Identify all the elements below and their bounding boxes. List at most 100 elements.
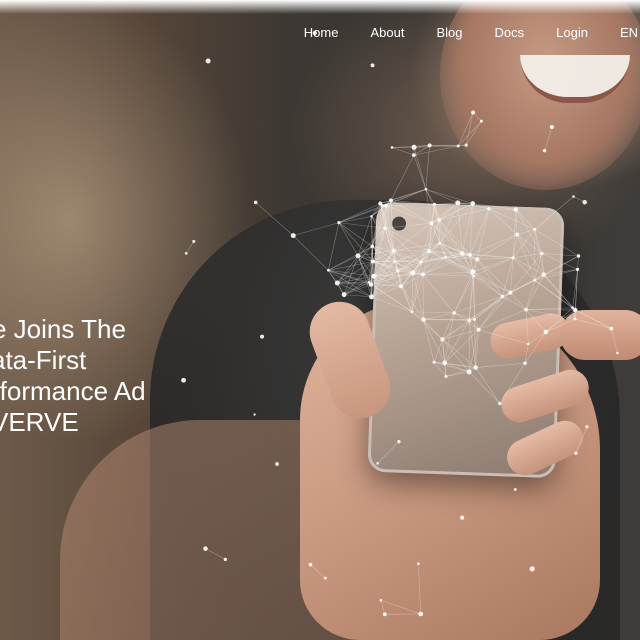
network-node xyxy=(369,294,374,300)
network-node xyxy=(323,576,327,580)
network-line xyxy=(473,275,511,293)
language-selector[interactable]: EN xyxy=(620,25,638,40)
network-node xyxy=(253,200,258,205)
network-node xyxy=(290,233,296,239)
network-node xyxy=(419,260,423,264)
network-line xyxy=(512,257,544,275)
network-node xyxy=(541,272,546,277)
network-node xyxy=(370,259,375,264)
network-line xyxy=(357,216,372,256)
network-line xyxy=(413,155,427,190)
network-line xyxy=(444,320,470,364)
network-node xyxy=(542,148,547,153)
network-line xyxy=(310,564,326,579)
network-node xyxy=(355,253,361,259)
network-node xyxy=(523,361,527,366)
network-line xyxy=(534,280,576,311)
network-node xyxy=(418,611,424,617)
network-node xyxy=(308,562,313,567)
network-node xyxy=(184,252,188,255)
network-line xyxy=(543,274,576,311)
network-node xyxy=(533,227,537,231)
network-node xyxy=(411,144,417,150)
network-node xyxy=(455,200,461,206)
network-node xyxy=(572,195,575,198)
network-line xyxy=(393,242,441,251)
network-line xyxy=(488,208,535,230)
network-line xyxy=(476,208,490,260)
network-line xyxy=(422,271,473,275)
network-line xyxy=(255,202,294,236)
network-line xyxy=(512,253,542,259)
network-node xyxy=(515,232,520,237)
network-line xyxy=(577,255,579,270)
network-node xyxy=(464,143,468,147)
network-node xyxy=(576,254,581,258)
network-node xyxy=(466,369,472,375)
network-line xyxy=(371,296,412,313)
network-node xyxy=(371,273,377,279)
network-node xyxy=(549,124,554,130)
network-line xyxy=(431,204,435,224)
network-node xyxy=(410,310,414,314)
nav-home-link[interactable]: Home xyxy=(304,25,339,40)
network-node xyxy=(585,425,589,429)
network-node xyxy=(396,269,400,273)
network-node xyxy=(389,198,393,203)
network-line xyxy=(384,222,432,229)
network-node xyxy=(410,270,416,276)
network-node xyxy=(529,566,535,572)
network-line xyxy=(328,222,340,271)
network-line xyxy=(293,235,329,271)
nav-docs-link[interactable]: Docs xyxy=(495,25,525,40)
network-line xyxy=(473,257,514,277)
network-node xyxy=(511,256,515,260)
network-node xyxy=(432,202,437,207)
network-node xyxy=(573,307,578,313)
network-line xyxy=(423,319,443,340)
nav-login-link[interactable]: Login xyxy=(556,25,588,40)
network-node xyxy=(513,488,517,491)
nav-about-link[interactable]: About xyxy=(370,25,404,40)
network-node xyxy=(508,290,513,295)
network-line xyxy=(422,274,455,314)
network-line xyxy=(384,227,430,252)
network-node xyxy=(540,251,544,256)
network-node xyxy=(334,280,340,286)
network-line xyxy=(418,563,422,614)
network-line xyxy=(534,255,579,281)
network-node xyxy=(574,451,578,455)
network-line xyxy=(525,309,529,344)
hero-headline: e Joins The ata-First rformance Ad VERVE xyxy=(0,314,230,438)
network-node xyxy=(417,562,420,565)
network-node xyxy=(326,268,330,272)
network-line xyxy=(472,271,511,293)
network-node xyxy=(421,272,425,277)
network-node xyxy=(479,119,483,123)
network-node xyxy=(475,257,480,262)
hero-headline-line: rformance Ad xyxy=(0,376,146,406)
network-line xyxy=(439,202,459,221)
network-node xyxy=(527,342,530,346)
network-line xyxy=(185,241,195,254)
network-node xyxy=(379,598,383,602)
network-node xyxy=(383,226,387,230)
network-line xyxy=(476,259,503,297)
network-line xyxy=(574,318,612,329)
network-line xyxy=(457,112,474,147)
nav-blog-link[interactable]: Blog xyxy=(436,25,462,40)
network-node xyxy=(260,334,265,339)
hero-headline-line: e Joins The xyxy=(0,314,126,344)
network-line xyxy=(510,292,527,310)
network-line xyxy=(390,154,415,201)
network-node xyxy=(543,329,549,335)
network-line xyxy=(393,250,429,252)
network-node xyxy=(437,218,442,222)
network-node xyxy=(440,337,445,342)
network-line xyxy=(338,222,359,257)
network-node xyxy=(456,144,460,148)
network-node xyxy=(426,249,431,254)
network-node xyxy=(341,292,347,298)
network-node xyxy=(337,220,341,225)
network-line xyxy=(488,208,518,235)
